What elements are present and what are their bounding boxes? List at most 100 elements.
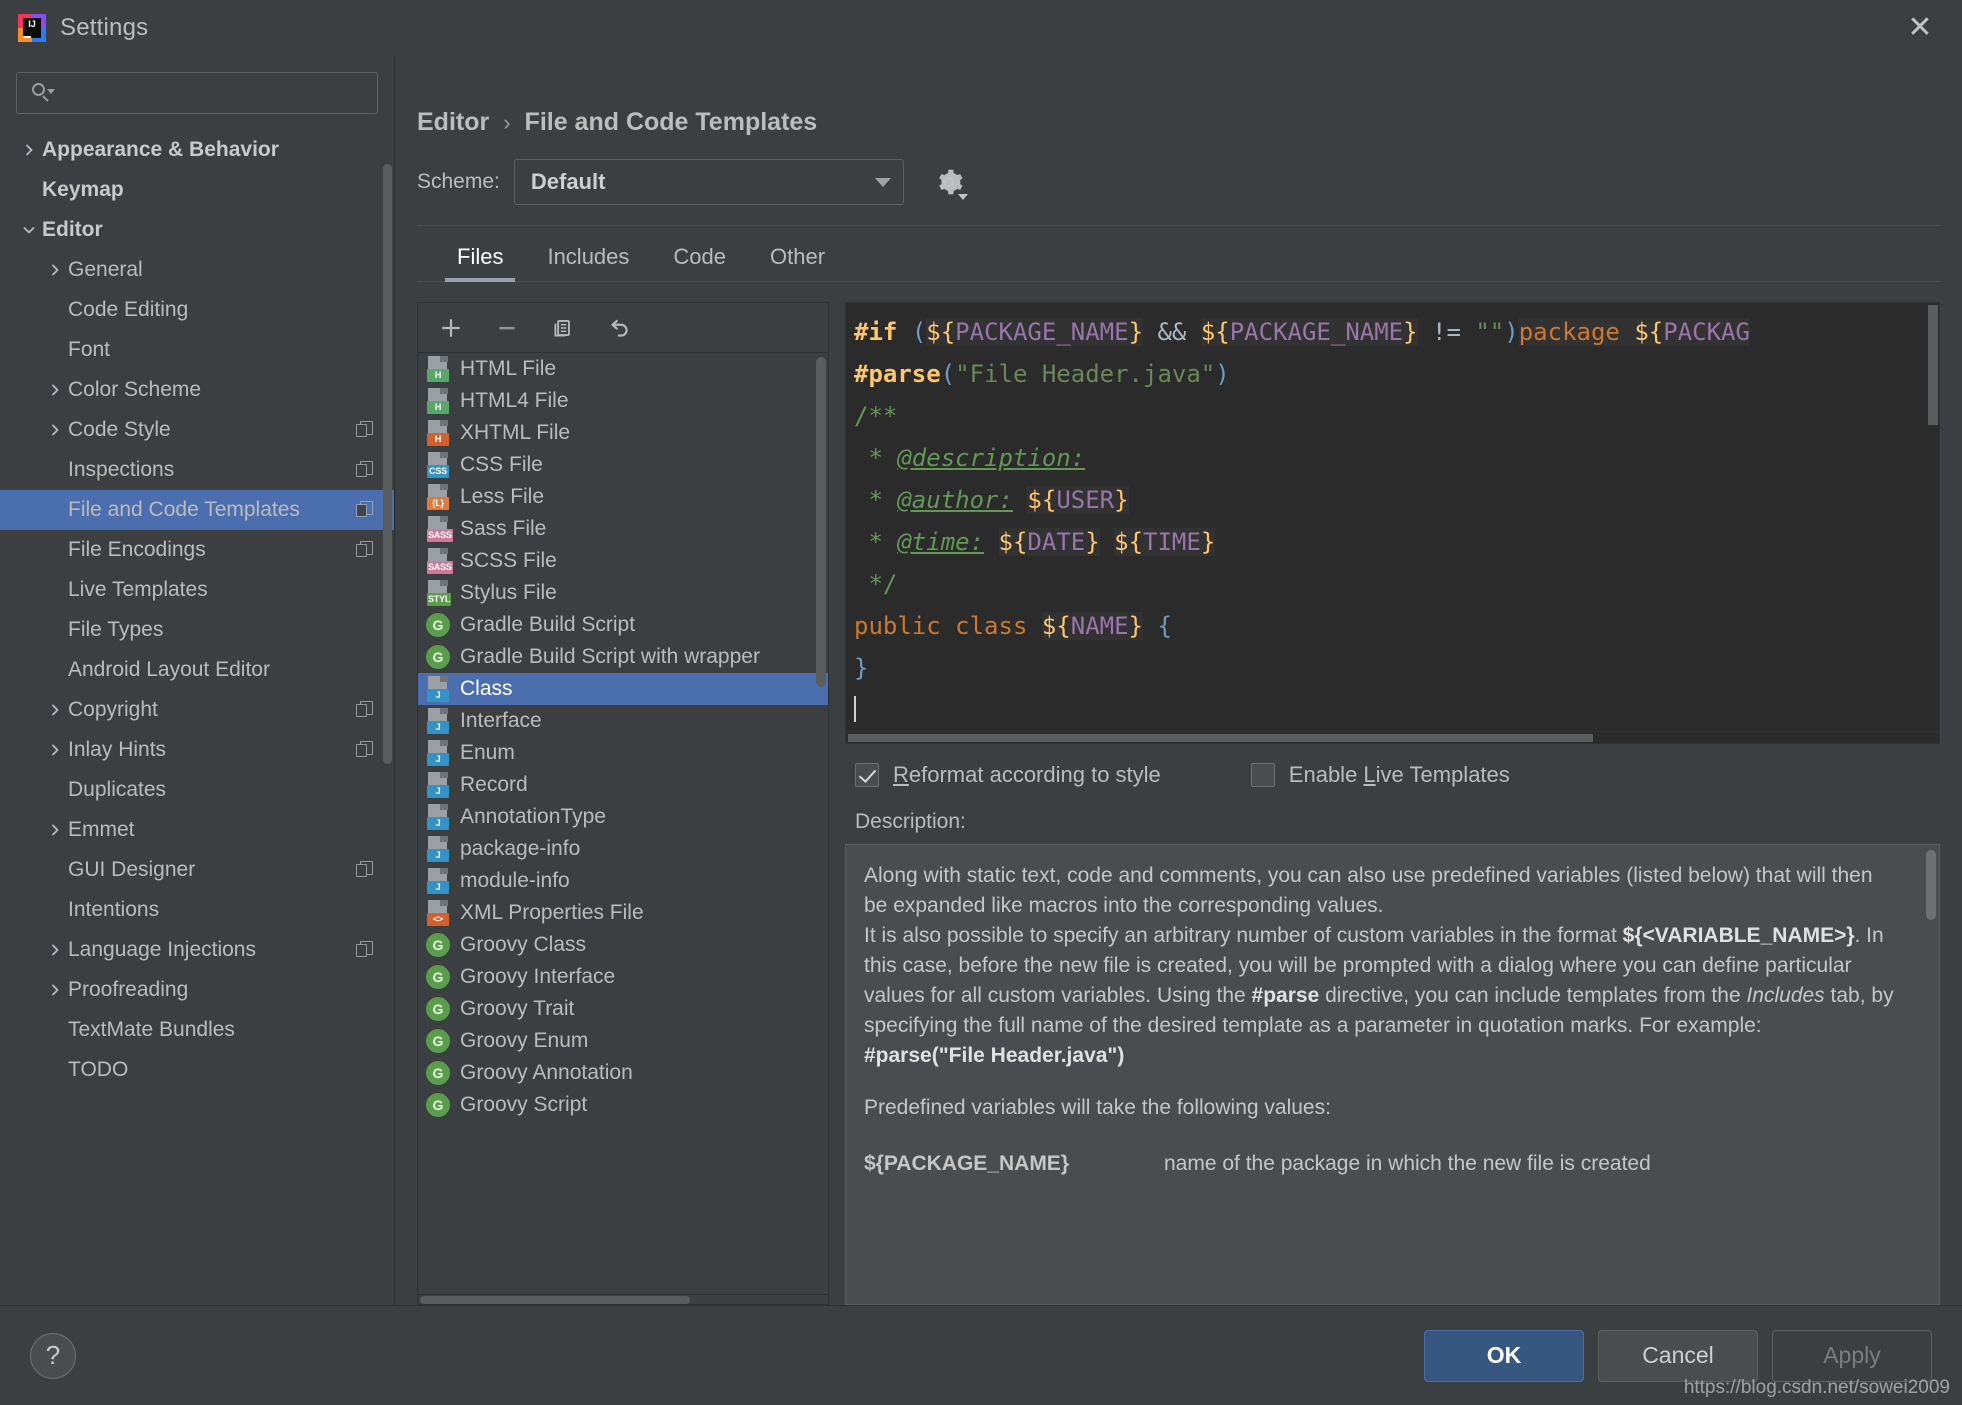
template-name: Class [460,677,513,700]
chevron-right-icon[interactable] [42,703,68,717]
sidebar-item-intentions[interactable]: Intentions [0,890,394,930]
template-name: Sass File [460,517,547,540]
chevron-right-icon[interactable] [42,423,68,437]
template-list-item[interactable]: SASS SCSS File [418,545,828,577]
sidebar-item-font[interactable]: Font [0,330,394,370]
template-list-item[interactable]: H HTML File [418,353,828,385]
template-list-item[interactable]: G Groovy Class [418,929,828,961]
search-box[interactable] [16,72,378,114]
chevron-right-icon[interactable] [42,743,68,757]
scheme-dropdown[interactable]: Default [513,159,904,205]
template-list-item[interactable]: J AnnotationType [418,801,828,833]
close-icon[interactable]: ✕ [1900,8,1940,48]
chevron-right-icon[interactable] [42,263,68,277]
sidebar-item-editor[interactable]: Editor [0,210,394,250]
template-list-item[interactable]: SASS Sass File [418,513,828,545]
template-list-item[interactable]: Jpackage-info [418,833,828,865]
sidebar-item-language-injections[interactable]: Language Injections [0,930,394,970]
template-list-item[interactable]: <> XML Properties File [418,897,828,929]
sidebar-item-code-style[interactable]: Code Style [0,410,394,450]
chevron-right-icon[interactable] [42,383,68,397]
template-list-item[interactable]: {L} Less File [418,481,828,513]
description-scrollbar[interactable] [1926,850,1936,920]
template-list-item[interactable]: H XHTML File [418,417,828,449]
template-list-item[interactable]: CSS CSS File [418,449,828,481]
gear-icon[interactable] [932,165,968,200]
project-scope-icon [356,861,374,879]
search-input[interactable] [53,80,367,106]
template-list-item[interactable]: G Groovy Trait [418,993,828,1025]
template-list-item[interactable]: J Interface [418,705,828,737]
chevron-right-icon[interactable] [16,143,42,157]
minus-icon[interactable] [490,311,524,345]
template-code-editor[interactable]: #if (${PACKAGE_NAME} && ${PACKAGE_NAME} … [845,302,1940,732]
sidebar-item-color-scheme[interactable]: Color Scheme [0,370,394,410]
sidebar-item-live-templates[interactable]: Live Templates [0,570,394,610]
tab-other[interactable]: Other [752,244,843,281]
template-list-item[interactable]: J Record [418,769,828,801]
sidebar-item-inlay-hints[interactable]: Inlay Hints [0,730,394,770]
ok-button[interactable]: OK [1424,1329,1584,1382]
sidebar-item-emmet[interactable]: Emmet [0,810,394,850]
sidebar-item-file-encodings[interactable]: File Encodings [0,530,394,570]
template-list[interactable]: H HTML File H HTML4 File H XHTML File CSS CSS F… [417,352,829,1295]
chevron-right-icon[interactable] [42,983,68,997]
template-list-item[interactable]: H HTML4 File [418,385,828,417]
sidebar-item-todo[interactable]: TODO [0,1050,394,1090]
enable-live-templates-checkbox[interactable]: Enable Live Templates [1250,762,1510,788]
template-tabs: Files Includes Code Other [417,226,1940,282]
sidebar-item-label: File Encodings [68,538,206,561]
template-list-item[interactable]: G Gradle Build Script with wrapper [418,641,828,673]
template-list-item[interactable]: STYL Stylus File [418,577,828,609]
template-list-item[interactable]: J Class [418,673,828,705]
sidebar-item-label: Color Scheme [68,378,202,401]
copy-icon[interactable] [546,311,580,345]
template-list-item[interactable]: G Groovy Script [418,1089,828,1121]
template-name: SCSS File [460,549,557,572]
sidebar-scrollbar[interactable] [383,164,392,764]
question-mark-icon[interactable]: ? [30,1332,76,1379]
template-list-item[interactable]: G Groovy Annotation [418,1057,828,1089]
template-list-hscrollbar[interactable] [417,1295,829,1305]
sidebar-item-proofreading[interactable]: Proofreading [0,970,394,1010]
template-list-item[interactable]: G Groovy Interface [418,961,828,993]
chevron-down-icon[interactable] [16,223,42,237]
template-list-scrollbar[interactable] [816,357,826,687]
sidebar-item-android-layout-editor[interactable]: Android Layout Editor [0,650,394,690]
code-editor-hscrollbar[interactable] [845,732,1940,744]
sidebar-item-keymap[interactable]: Keymap [0,170,394,210]
file-icon: J [426,868,450,894]
plus-icon[interactable] [434,311,468,345]
template-list-item[interactable]: G Gradle Build Script [418,609,828,641]
scheme-selected-value: Default [530,169,606,194]
tab-includes[interactable]: Includes [529,244,647,281]
tab-code[interactable]: Code [655,244,744,281]
sidebar-item-inspections[interactable]: Inspections [0,450,394,490]
sidebar-item-duplicates[interactable]: Duplicates [0,770,394,810]
sidebar-item-gui-designer[interactable]: GUI Designer [0,850,394,890]
chevron-right-icon[interactable] [42,943,68,957]
file-icon: SASS [426,548,453,574]
dialog-body: Appearance & Behavior Keymap Editor General… [0,56,1962,1305]
sidebar-item-appearance-behavior[interactable]: Appearance & Behavior [0,130,394,170]
undo-icon[interactable] [602,311,636,345]
sidebar-item-textmate-bundles[interactable]: TextMate Bundles [0,1010,394,1050]
template-list-item[interactable]: J Enum [418,737,828,769]
tab-files[interactable]: Files [439,244,521,282]
sidebar-item-file-types[interactable]: File Types [0,610,394,650]
sidebar-item-copyright[interactable]: Copyright [0,690,394,730]
chevron-right-icon[interactable] [42,823,68,837]
sidebar-item-code-editing[interactable]: Code Editing [0,290,394,330]
groovy-icon: G [426,933,450,957]
sidebar-item-general[interactable]: General [0,250,394,290]
code-editor-scrollbar[interactable] [1928,305,1938,425]
sidebar-item-file-and-code-templates[interactable]: File and Code Templates [0,490,394,530]
breadcrumb-parent[interactable]: Editor [417,108,489,137]
reformat-label: Reformat according to style [893,762,1161,787]
file-icon: J [426,804,450,830]
template-list-item[interactable]: Jmodule-info [418,865,828,897]
reformat-checkbox[interactable]: Reformat according to style [855,762,1161,788]
cancel-button[interactable]: Cancel [1598,1329,1758,1382]
sidebar-item-label: Inspections [68,458,175,481]
template-list-item[interactable]: G Groovy Enum [418,1025,828,1057]
